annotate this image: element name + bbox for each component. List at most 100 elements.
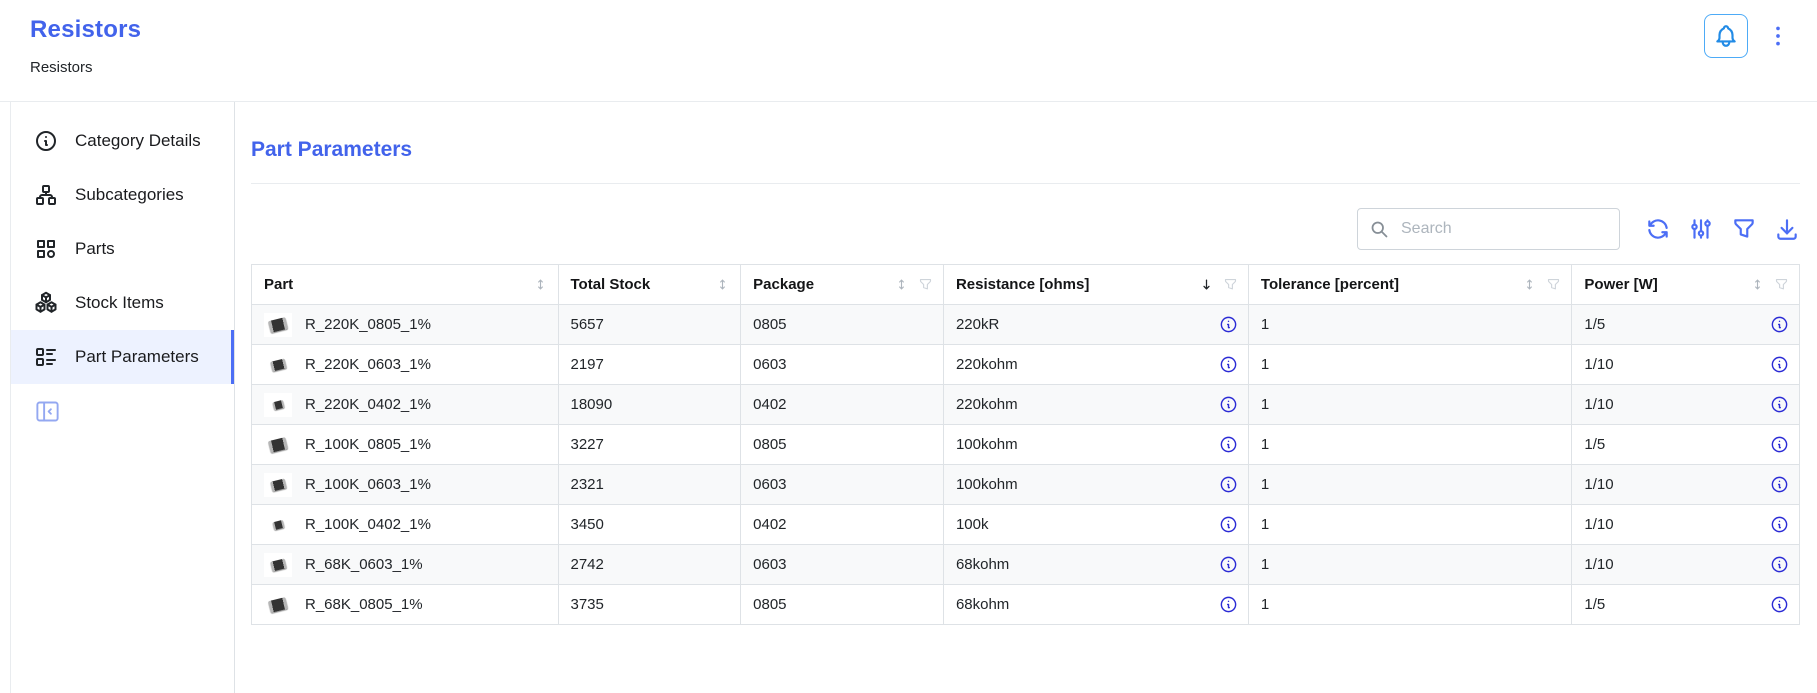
column-filter-icon[interactable]: [1223, 277, 1238, 292]
info-circle-icon: [1770, 395, 1789, 414]
power-value: 1/5: [1584, 316, 1605, 333]
parameter-info-button[interactable]: [1770, 515, 1789, 534]
total-stock-cell: 3227: [558, 425, 741, 465]
column-header-total-stock[interactable]: Total Stock: [558, 265, 741, 305]
arrows-sort-icon[interactable]: [715, 277, 730, 292]
search-input[interactable]: [1399, 219, 1611, 239]
parameter-info-button[interactable]: [1219, 315, 1238, 334]
parameter-info-button[interactable]: [1219, 475, 1238, 494]
resistance-value: 220kR: [956, 316, 999, 333]
table-row[interactable]: R_68K_0805_1%3735080568kohm11/5: [252, 585, 1800, 625]
column-label: Part: [264, 276, 293, 293]
parameter-info-button[interactable]: [1219, 515, 1238, 534]
parameter-info-button[interactable]: [1770, 595, 1789, 614]
page-title: Resistors: [30, 16, 1791, 44]
arrows-sort-icon[interactable]: [1522, 277, 1537, 292]
package-cell: 0402: [741, 385, 944, 425]
sitemap-icon: [34, 183, 58, 207]
column-label: Total Stock: [571, 276, 651, 293]
tolerance-cell: 1: [1248, 465, 1572, 505]
arrows-sort-icon[interactable]: [894, 277, 909, 292]
table-header-row: Part Total Stock PackageResistance [ohms]T…: [252, 265, 1800, 305]
info-circle-icon: [1770, 595, 1789, 614]
package-cell: 0805: [741, 305, 944, 345]
table-row[interactable]: R_100K_0603_1%23210603100kohm11/10: [252, 465, 1800, 505]
notifications-button[interactable]: [1704, 14, 1748, 58]
part-thumbnail: [264, 513, 292, 537]
sidebar: Category Details Subcategories Parts Stock …: [11, 102, 235, 693]
parameter-info-button[interactable]: [1770, 355, 1789, 374]
parameter-info-button[interactable]: [1219, 355, 1238, 374]
table-row[interactable]: R_100K_0805_1%32270805100kohm11/5: [252, 425, 1800, 465]
parameter-info-button[interactable]: [1219, 555, 1238, 574]
part-thumbnail: [264, 313, 292, 337]
sidebar-item-category-details[interactable]: Category Details: [11, 114, 234, 168]
sidebar-item-parts[interactable]: Parts: [11, 222, 234, 276]
part-thumbnail: [264, 353, 292, 377]
arrow-down-icon[interactable]: [1199, 277, 1214, 292]
search-icon: [1369, 219, 1390, 240]
tolerance-cell: 1: [1248, 505, 1572, 545]
parameter-info-button[interactable]: [1770, 315, 1789, 334]
column-header-tolerance-percent[interactable]: Tolerance [percent]: [1248, 265, 1572, 305]
package-cell: 0805: [741, 585, 944, 625]
package-cell: 0402: [741, 505, 944, 545]
sidebar-item-label: Category Details: [75, 131, 201, 151]
tolerance-cell: 1: [1248, 345, 1572, 385]
refresh-button[interactable]: [1645, 216, 1671, 242]
parameter-info-button[interactable]: [1219, 435, 1238, 454]
total-stock-cell: 2321: [558, 465, 741, 505]
panel-divider: [251, 183, 1800, 184]
adjustments-button[interactable]: [1688, 216, 1714, 242]
table-row[interactable]: R_100K_0402_1%34500402100k11/10: [252, 505, 1800, 545]
parameter-info-button[interactable]: [1770, 555, 1789, 574]
part-thumbnail: [264, 553, 292, 577]
sidebar-item-subcategories[interactable]: Subcategories: [11, 168, 234, 222]
column-header-package[interactable]: Package: [741, 265, 944, 305]
total-stock-cell: 18090: [558, 385, 741, 425]
filter-button[interactable]: [1731, 216, 1757, 242]
sidebar-item-label: Parts: [75, 239, 115, 259]
info-circle-icon: [1770, 555, 1789, 574]
parameter-info-button[interactable]: [1770, 395, 1789, 414]
resistance-value: 100kohm: [956, 436, 1018, 453]
download-button[interactable]: [1774, 216, 1800, 242]
resistance-value: 100kohm: [956, 476, 1018, 493]
breadcrumb[interactable]: Resistors: [30, 59, 93, 76]
arrows-sort-icon[interactable]: [1750, 277, 1765, 292]
parameter-info-button[interactable]: [1770, 435, 1789, 454]
column-header-power-w[interactable]: Power [W]: [1572, 265, 1800, 305]
column-filter-icon[interactable]: [1546, 277, 1561, 292]
main-content: Part Parameters PartTotal StockPackageRe…: [235, 102, 1817, 693]
arrows-sort-icon[interactable]: [533, 277, 548, 292]
column-header-part[interactable]: Part: [252, 265, 559, 305]
table-row[interactable]: R_220K_0805_1%56570805220kR11/5: [252, 305, 1800, 345]
parameter-info-button[interactable]: [1219, 395, 1238, 414]
power-value: 1/10: [1584, 476, 1613, 493]
adjustments-icon: [1688, 216, 1714, 242]
package-cell: 0603: [741, 345, 944, 385]
overflow-menu-button[interactable]: [1763, 21, 1793, 51]
power-value: 1/10: [1584, 356, 1613, 373]
parameter-info-button[interactable]: [1770, 475, 1789, 494]
table-row[interactable]: R_220K_0603_1%21970603220kohm11/10: [252, 345, 1800, 385]
sidebar-item-stock-items[interactable]: Stock Items: [11, 276, 234, 330]
column-filter-icon[interactable]: [1774, 277, 1789, 292]
table-row[interactable]: R_220K_0402_1%180900402220kohm11/10: [252, 385, 1800, 425]
power-value: 1/10: [1584, 396, 1613, 413]
info-circle-icon: [1219, 355, 1238, 374]
sidebar-collapse-button[interactable]: [34, 398, 61, 425]
column-filter-icon[interactable]: [918, 277, 933, 292]
sidebar-item-part-parameters[interactable]: Part Parameters: [11, 330, 234, 384]
sidebar-item-label: Stock Items: [75, 293, 164, 313]
power-value: 1/10: [1584, 556, 1613, 573]
package-cell: 0603: [741, 545, 944, 585]
column-header-resistance-ohms[interactable]: Resistance [ohms]: [943, 265, 1248, 305]
list-details-icon: [34, 345, 58, 369]
page-header: Resistors Resistors: [0, 0, 1817, 102]
part-parameters-table: Part Total Stock PackageResistance [ohms]T…: [251, 264, 1800, 625]
info-circle-icon: [1219, 475, 1238, 494]
filter-icon: [1731, 216, 1757, 242]
parameter-info-button[interactable]: [1219, 595, 1238, 614]
table-row[interactable]: R_68K_0603_1%2742060368kohm11/10: [252, 545, 1800, 585]
